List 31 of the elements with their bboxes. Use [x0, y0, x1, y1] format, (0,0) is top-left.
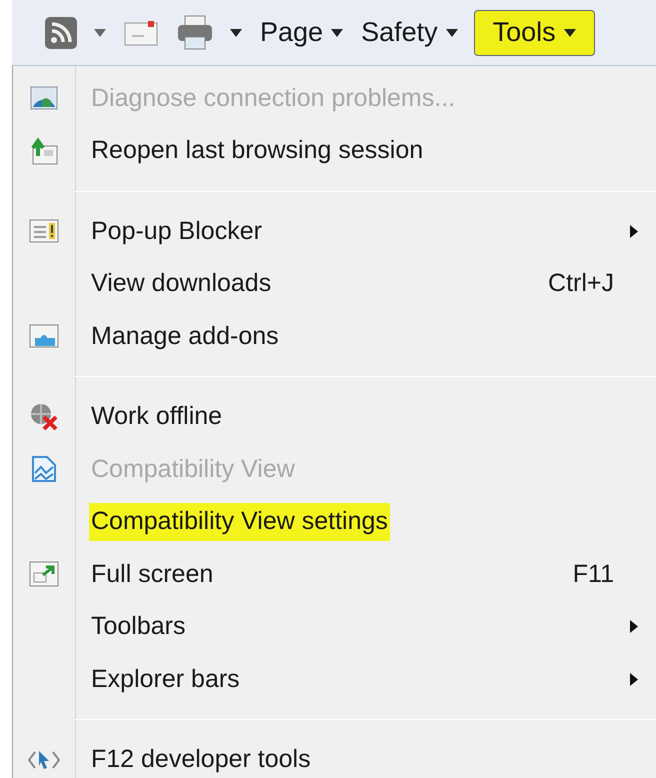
printer-icon [176, 14, 214, 50]
fullscreen-icon [29, 561, 59, 588]
menu-item[interactable]: Work offline [75, 394, 656, 439]
submenu-arrow-icon [630, 672, 638, 686]
menu-item[interactable]: View downloads Ctrl+J [75, 262, 656, 306]
window-warning-icon [29, 219, 59, 244]
menu-item[interactable]: F12 developer tools [75, 738, 656, 778]
menu-item[interactable]: Manage add-ons [75, 314, 656, 358]
menu-item[interactable]: Compatibility View settings [75, 500, 656, 544]
globe-cross-icon [29, 402, 59, 432]
toolbar-menu-button[interactable]: Safety [359, 12, 460, 52]
submenu-arrow-icon [630, 620, 638, 634]
menu-item[interactable]: Toolbars [75, 604, 656, 649]
caret-icon [564, 28, 576, 36]
feed-icon [44, 16, 78, 50]
menu-item[interactable]: Pop-up Blocker [75, 209, 656, 254]
mail-icon [124, 20, 158, 46]
reopen-icon [29, 136, 59, 166]
globe-window-icon [30, 86, 58, 110]
broken-page-icon [31, 455, 57, 484]
menu-item[interactable]: Full screen F11 [75, 552, 656, 596]
puzzle-window-icon [29, 324, 59, 348]
menu-item[interactable]: Explorer bars [75, 657, 656, 702]
caret-icon [94, 28, 106, 36]
toolbar-menu-button[interactable]: Tools [474, 10, 595, 56]
submenu-arrow-icon [630, 224, 638, 238]
caret-icon [230, 28, 242, 36]
menu-item[interactable]: Reopen last browsing session [75, 128, 656, 173]
caret-icon [446, 28, 458, 36]
caret-icon [331, 28, 344, 36]
toolbar-menu-button[interactable]: Page [258, 12, 346, 52]
